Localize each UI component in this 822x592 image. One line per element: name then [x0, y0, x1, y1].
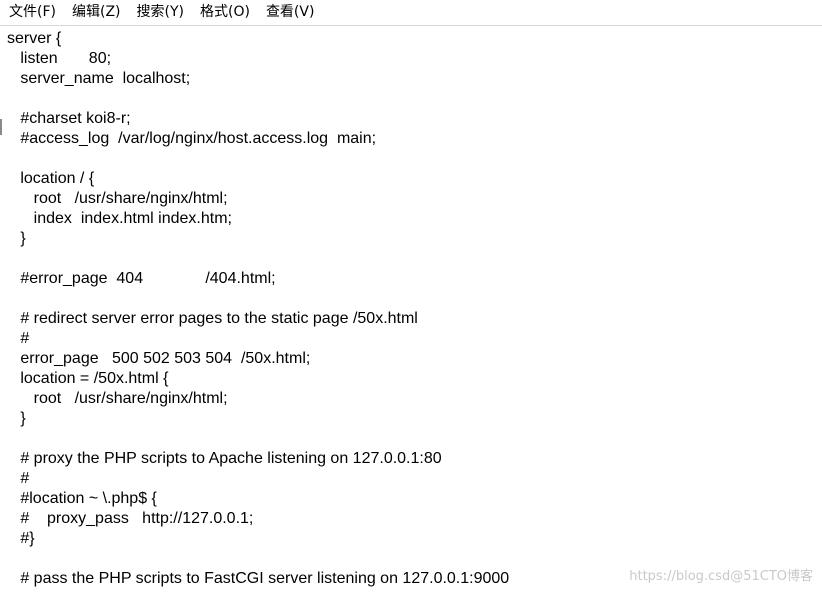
code-line: root /usr/share/nginx/html; [7, 190, 228, 207]
text-editor-window: 文件(F) 编辑(Z) 搜索(Y) 格式(O) 查看(V) server { l… [0, 0, 822, 592]
code-line: index index.html index.htm; [7, 210, 232, 227]
text-editor-area[interactable]: server { listen 80; server_name localhos… [0, 25, 822, 592]
code-text[interactable]: server { listen 80; server_name localhos… [7, 29, 509, 589]
cursor-edge-marker [0, 119, 2, 135]
code-line: # [7, 470, 30, 487]
code-line: # pass the PHP scripts to FastCGI server… [7, 570, 510, 587]
menu-edit[interactable]: 编辑(Z) [63, 0, 128, 24]
code-line: error_page 500 502 503 504 /50x.html; [7, 350, 311, 367]
code-line: #} [7, 530, 35, 547]
menu-search[interactable]: 搜索(Y) [128, 0, 191, 24]
code-line: location = /50x.html { [7, 370, 169, 387]
menu-bar: 文件(F) 编辑(Z) 搜索(Y) 格式(O) 查看(V) [0, 0, 822, 24]
code-line: # redirect server error pages to the sta… [7, 310, 418, 327]
code-line: # proxy the PHP scripts to Apache listen… [7, 450, 442, 467]
watermark: https://blog.csd@51CTO博客 [629, 569, 813, 584]
code-line: listen 80; [7, 50, 112, 67]
code-line: #access_log /var/log/nginx/host.access.l… [7, 130, 377, 147]
code-line: # proxy_pass http://127.0.0.1; [7, 510, 254, 527]
code-line: #charset koi8-r; [7, 110, 131, 127]
menu-file[interactable]: 文件(F) [0, 0, 63, 24]
code-line: server_name localhost; [7, 70, 191, 87]
menu-view[interactable]: 查看(V) [257, 0, 322, 24]
code-line: } [7, 410, 26, 427]
code-line: server { [7, 30, 62, 47]
code-line: #location ~ \.php$ { [7, 490, 157, 507]
code-line: # [7, 330, 30, 347]
code-line: root /usr/share/nginx/html; [7, 390, 228, 407]
code-line: } [7, 230, 26, 247]
code-line: location / { [7, 170, 95, 187]
code-line: #error_page 404 /404.html; [7, 270, 276, 287]
menu-format[interactable]: 格式(O) [191, 0, 257, 24]
